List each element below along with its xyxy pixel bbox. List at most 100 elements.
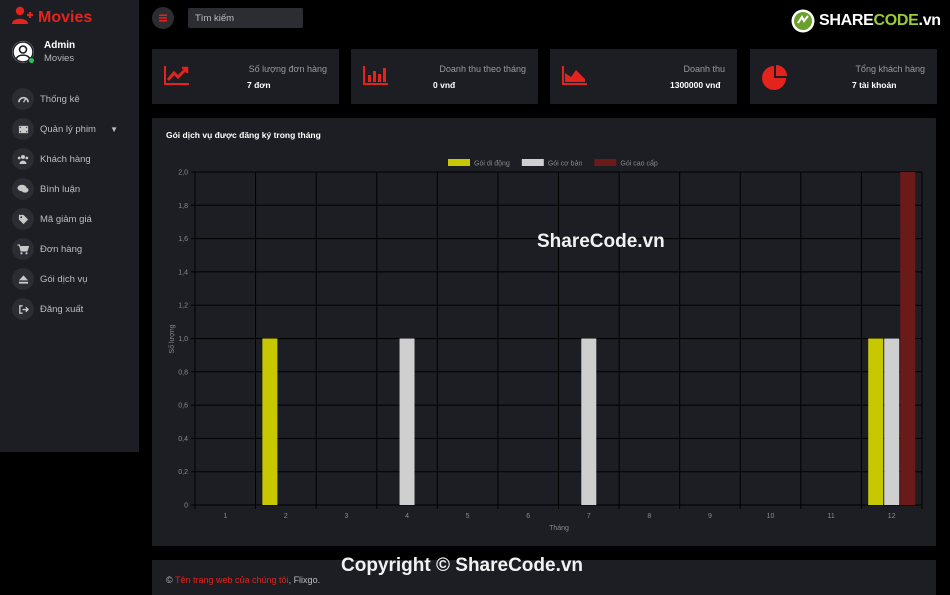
x-tick-label: 2: [284, 513, 288, 520]
chart-bar: [868, 338, 884, 505]
nav-label: Gói dịch vụ: [40, 273, 88, 285]
y-tick-label: 1,2: [178, 303, 188, 310]
sidebar: Movies Admin Movies Thống kê Quản lý phi…: [0, 0, 139, 452]
chart-bar: [399, 338, 415, 505]
watermark-center: ShareCode.vn: [537, 231, 665, 252]
line-chart-icon: [164, 65, 190, 90]
search-input[interactable]: [188, 8, 303, 28]
nav-item-binh-luan[interactable]: Bình luận: [12, 174, 132, 204]
y-tick-label: 0,4: [178, 436, 188, 443]
sidebar-nav: Thống kê Quản lý phim ▼ Khách hàng Bình …: [12, 84, 132, 324]
stat-value: 7 đơn: [247, 80, 271, 90]
x-tick-label: 8: [647, 513, 651, 520]
stat-card-monthly-revenue: Doanh thu theo tháng 0 vnđ: [351, 49, 538, 104]
chart-bar: [262, 338, 278, 505]
stat-card-orders: Số lượng đơn hàng 7 đơn: [152, 49, 339, 104]
y-tick-label: 1,0: [178, 336, 188, 343]
bar-chart-icon: [363, 65, 389, 90]
users-icon: [12, 148, 34, 170]
logo-mark: [791, 9, 815, 33]
x-tick-label: 5: [466, 513, 470, 520]
nav-label: Mã giảm giá: [40, 213, 92, 225]
nav-item-thong-ke[interactable]: Thống kê: [12, 84, 132, 114]
hamburger-icon: [159, 9, 167, 27]
nav-label: Quản lý phim: [40, 123, 96, 135]
nav-item-khach-hang[interactable]: Khách hàng: [12, 144, 132, 174]
nav-label: Đơn hàng: [40, 243, 83, 255]
nav-label: Đăng xuất: [40, 303, 84, 315]
user-profile[interactable]: Admin Movies: [12, 40, 75, 64]
nav-item-ma-giam-gia[interactable]: Mã giảm giá: [12, 204, 132, 234]
sign-out-icon: [12, 298, 34, 320]
y-tick-label: 1,4: [178, 269, 188, 276]
x-tick-label: 11: [827, 513, 834, 520]
footer-text: © Tên trang web của chúng tôi, Flixgo.: [166, 575, 321, 585]
menu-toggle-button[interactable]: [152, 7, 174, 29]
legend-swatch: [448, 159, 470, 166]
avatar: [12, 41, 35, 64]
nav-item-goi-dich-vu[interactable]: Gói dịch vụ: [12, 264, 132, 294]
sharecode-logo: SHARECODE.vn: [790, 8, 941, 34]
film-icon: [12, 118, 34, 140]
footer-link[interactable]: Tên trang web của chúng tôi: [175, 575, 289, 585]
stat-value: 0 vnđ: [433, 80, 456, 90]
stat-title: Số lượng đơn hàng: [248, 64, 327, 74]
nav-item-dang-xuat[interactable]: Đăng xuất: [12, 294, 132, 324]
pie-chart-icon: [762, 65, 790, 96]
online-status-dot: [28, 57, 35, 64]
stat-value: 7 tài khoản: [852, 80, 897, 90]
nav-item-quan-ly-phim[interactable]: Quản lý phim ▼: [12, 114, 132, 144]
nav-label: Thống kê: [40, 93, 80, 105]
nav-label: Bình luận: [40, 183, 81, 195]
stat-title: Doanh thu: [683, 64, 725, 74]
x-tick-label: 9: [708, 513, 712, 520]
y-axis-label: Số lượng: [167, 324, 176, 353]
legend-label: Gói cơ bản: [548, 161, 583, 168]
tags-icon: [12, 208, 34, 230]
x-tick-label: 1: [223, 513, 227, 520]
stat-title: Doanh thu theo tháng: [439, 64, 526, 74]
x-tick-label: 12: [888, 513, 896, 520]
y-tick-label: 1,8: [178, 203, 188, 210]
y-tick-label: 0,6: [178, 403, 188, 410]
stat-card-revenue: Doanh thu 1300000 vnđ: [550, 49, 737, 104]
comments-icon: [12, 178, 34, 200]
user-role: Movies: [44, 53, 75, 64]
y-tick-label: 2,0: [178, 170, 188, 177]
legend-label: Gói di động: [474, 161, 510, 168]
y-tick-label: 0,8: [178, 369, 188, 376]
x-tick-label: 6: [526, 513, 530, 520]
y-tick-label: 1,6: [178, 236, 188, 243]
brand[interactable]: Movies: [12, 6, 92, 29]
watermark-bottom: Copyright © ShareCode.vn: [341, 555, 584, 576]
chart-bar: [900, 172, 916, 505]
y-tick-label: 0,2: [178, 469, 188, 476]
user-icon: [12, 6, 34, 29]
stat-value: 1300000 vnđ: [670, 80, 721, 90]
x-tick-label: 3: [345, 513, 349, 520]
chart-bar: [884, 338, 900, 505]
x-axis-label: Tháng: [549, 525, 569, 532]
admin-app: Movies Admin Movies Thống kê Quản lý phi…: [0, 0, 950, 595]
x-tick-label: 7: [587, 513, 591, 520]
nav-label: Khách hàng: [40, 153, 91, 165]
x-tick-label: 10: [767, 513, 775, 520]
dashboard-icon: [12, 88, 34, 110]
x-tick-label: 4: [405, 513, 409, 520]
legend-swatch: [521, 159, 544, 166]
nav-item-don-hang[interactable]: Đơn hàng: [12, 234, 132, 264]
eject-icon: [12, 268, 34, 290]
area-chart-icon: [562, 65, 588, 90]
logo-text: SHARECODE.vn: [819, 12, 941, 29]
user-name: Admin: [44, 40, 76, 51]
y-tick-label: 0: [184, 503, 188, 510]
chart-panel: Gói dịch vụ được đăng ký trong tháng 0 0,…: [152, 118, 936, 546]
cart-icon: [12, 238, 34, 260]
stat-title: Tổng khách hàng: [855, 64, 925, 74]
chart-bar: [581, 338, 597, 505]
stat-card-customers: Tổng khách hàng 7 tài khoản: [750, 49, 937, 104]
bar-chart: 00,20,40,60,81,01,21,41,61,82,01 2 3 4 5 6 7 8 9…: [167, 159, 923, 532]
legend-swatch: [594, 159, 617, 166]
brand-name: Movies: [38, 8, 93, 26]
legend-label: Gói cao cấp: [620, 159, 657, 168]
